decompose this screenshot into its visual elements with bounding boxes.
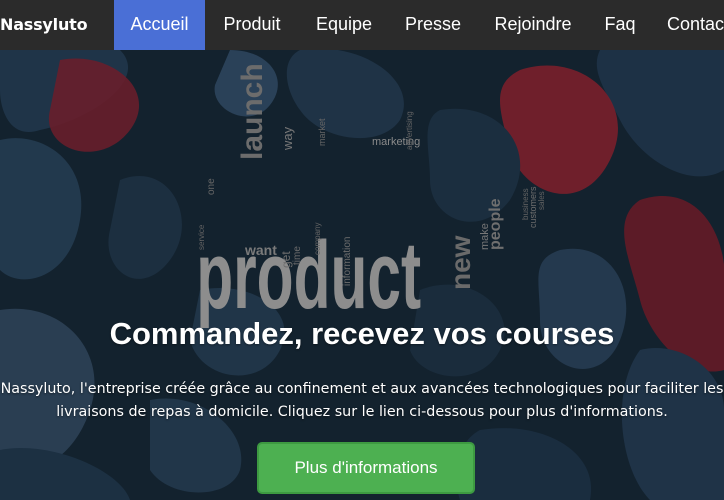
wordcloud-word: market — [317, 118, 327, 146]
nav-item-equipe[interactable]: Equipe — [299, 0, 389, 50]
wordcloud-word: new — [445, 235, 476, 290]
wordcloud-word: way — [280, 126, 295, 151]
nav-item-rejoindre[interactable]: Rejoindre — [477, 0, 589, 50]
brand-logo[interactable]: Nassyluto — [0, 0, 88, 50]
wordcloud-word: service — [197, 224, 206, 250]
wordcloud-word: information — [342, 237, 353, 286]
nav-item-contact[interactable]: Contact — [651, 0, 724, 50]
wordcloud-main-word: product — [196, 222, 421, 329]
wordcloud-word: sales — [537, 191, 546, 210]
nav-item-faq[interactable]: Faq — [589, 0, 651, 50]
hero-description-line-1: Nassyluto, l'entreprise créée grâce au c… — [0, 381, 724, 397]
wordcloud-word: get — [279, 251, 293, 268]
wordcloud-word: launch — [236, 63, 269, 160]
top-navbar: Nassyluto Accueil Produit Equipe Presse … — [0, 0, 724, 50]
more-info-button[interactable]: Plus d'informations — [257, 442, 475, 494]
wordcloud-word: company — [313, 223, 322, 255]
hero-description-line-2: livraisons de repas à domicile. Cliquez … — [56, 404, 668, 420]
wordcloud-word: one — [206, 178, 217, 195]
page: Nassyluto Accueil Produit Equipe Presse … — [0, 0, 724, 500]
hero-title: Commandez, recevez vos courses — [109, 316, 615, 351]
wordcloud-word: advertising — [405, 111, 414, 150]
hero-description: Nassyluto, l'entreprise créée grâce au c… — [0, 378, 724, 424]
wordcloud-word: time — [292, 246, 303, 265]
wordcloud-word: business — [521, 188, 530, 220]
wordcloud-word: want — [244, 242, 277, 258]
hero-section: product launch new marketing people make… — [0, 50, 724, 500]
nav-item-accueil[interactable]: Accueil — [114, 0, 205, 50]
nav-item-produit[interactable]: Produit — [205, 0, 299, 50]
nav-item-presse[interactable]: Presse — [389, 0, 477, 50]
hero-background: product launch new marketing people make… — [0, 50, 724, 500]
wordcloud-word: make — [479, 223, 491, 250]
